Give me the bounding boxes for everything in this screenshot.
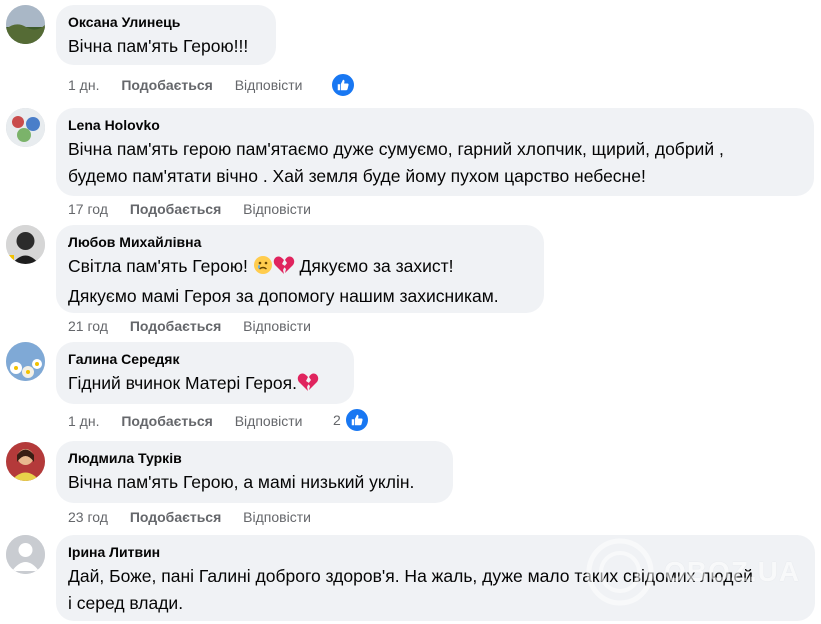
default-avatar-icon bbox=[6, 535, 45, 574]
avatar-landscape-image bbox=[6, 5, 45, 44]
comment-time[interactable]: 1 дн. bbox=[68, 413, 99, 429]
comment-bubble: Оксана Улинець Вічна пам'ять Герою!!! bbox=[56, 5, 276, 65]
comment-author[interactable]: Любов Михайлівна bbox=[68, 233, 532, 251]
like-button[interactable]: Подобається bbox=[121, 413, 212, 429]
comment-actions: 1 дн. Подобається Відповісти bbox=[68, 76, 320, 94]
comment-actions: 1 дн. Подобається Відповісти bbox=[68, 412, 320, 430]
comment-time[interactable]: 17 год bbox=[68, 201, 108, 217]
comment-text-part: Гідний вчинок Матері Героя. bbox=[68, 373, 297, 393]
comment-text: Вічна пам'ять Герою, а мамі низький уклі… bbox=[68, 472, 415, 492]
avatar[interactable] bbox=[6, 108, 45, 147]
reply-button[interactable]: Відповісти bbox=[243, 509, 311, 525]
comment-actions: 21 год Подобається Відповісти bbox=[68, 317, 329, 335]
comment-text-line: Дай, Боже, пані Галині доброго здоров'я.… bbox=[68, 566, 753, 586]
comment-author[interactable]: Ірина Литвин bbox=[68, 543, 803, 561]
comment-text: Вічна пам'ять Герою!!! bbox=[68, 36, 249, 56]
comment-author[interactable]: Lena Holovko bbox=[68, 116, 802, 134]
broken-heart-emoji-icon bbox=[273, 255, 295, 283]
comment-text-part: Дякуємо за захист! bbox=[294, 256, 454, 276]
like-button[interactable]: Подобається bbox=[121, 77, 212, 93]
comment-author[interactable]: Галина Середяк bbox=[68, 350, 342, 368]
comment-text-line: Вічна пам'ять герою пам'ятаємо дуже суму… bbox=[68, 139, 724, 159]
like-button[interactable]: Подобається bbox=[130, 201, 221, 217]
like-reaction-icon bbox=[343, 407, 370, 433]
comment-text-line: Гідний вчинок Матері Героя. bbox=[68, 370, 342, 400]
reaction-summary[interactable]: 2 bbox=[333, 407, 370, 433]
comment-actions: 17 год Подобається Відповісти bbox=[68, 200, 329, 218]
avatar-flowers-image bbox=[6, 342, 45, 381]
comment-bubble: Любов Михайлівна Світла пам'ять Герою! Д… bbox=[56, 225, 544, 313]
avatar[interactable] bbox=[6, 342, 45, 381]
sad-face-emoji-icon bbox=[253, 255, 273, 283]
like-button[interactable]: Подобається bbox=[130, 509, 221, 525]
comment-author[interactable]: Людмила Турків bbox=[68, 449, 441, 467]
comment-text-line: будемо пам'ятати вічно . Хай земля буде … bbox=[68, 166, 646, 186]
avatar[interactable] bbox=[6, 5, 45, 44]
avatar-image bbox=[6, 108, 45, 147]
avatar-portrait-image bbox=[6, 442, 45, 481]
comment-bubble: Ірина Литвин Дай, Боже, пані Галині добр… bbox=[56, 535, 815, 621]
like-button[interactable]: Подобається bbox=[130, 318, 221, 334]
comment-bubble: Людмила Турків Вічна пам'ять Герою, а ма… bbox=[56, 441, 453, 503]
comment-text-part: Світла пам'ять Герою! bbox=[68, 256, 253, 276]
comment-time[interactable]: 1 дн. bbox=[68, 77, 99, 93]
avatar[interactable] bbox=[6, 535, 45, 574]
comment-text-line: Світла пам'ять Герою! Дякуємо за захист! bbox=[68, 253, 532, 283]
comment-time[interactable]: 21 год bbox=[68, 318, 108, 334]
reaction-summary[interactable] bbox=[330, 72, 356, 98]
comment-actions: 23 год Подобається Відповісти bbox=[68, 508, 329, 526]
broken-heart-emoji-icon bbox=[297, 372, 319, 400]
comment-author[interactable]: Оксана Улинець bbox=[68, 13, 264, 31]
reaction-count: 2 bbox=[333, 412, 341, 428]
avatar-portrait-image bbox=[6, 225, 45, 264]
like-reaction-icon bbox=[330, 72, 356, 98]
avatar[interactable] bbox=[6, 225, 45, 264]
comment-time[interactable]: 23 год bbox=[68, 509, 108, 525]
reply-button[interactable]: Відповісти bbox=[235, 77, 303, 93]
avatar[interactable] bbox=[6, 442, 45, 481]
reply-button[interactable]: Відповісти bbox=[235, 413, 303, 429]
comment-bubble: Lena Holovko Вічна пам'ять герою пам'ята… bbox=[56, 108, 814, 196]
reply-button[interactable]: Відповісти bbox=[243, 318, 311, 334]
comment-bubble: Галина Середяк Гідний вчинок Матері Геро… bbox=[56, 342, 354, 404]
reply-button[interactable]: Відповісти bbox=[243, 201, 311, 217]
comment-text-line: і серед влади. bbox=[68, 593, 184, 613]
comment-text-line: Дякуємо мамі Героя за допомогу нашим зах… bbox=[68, 286, 499, 306]
